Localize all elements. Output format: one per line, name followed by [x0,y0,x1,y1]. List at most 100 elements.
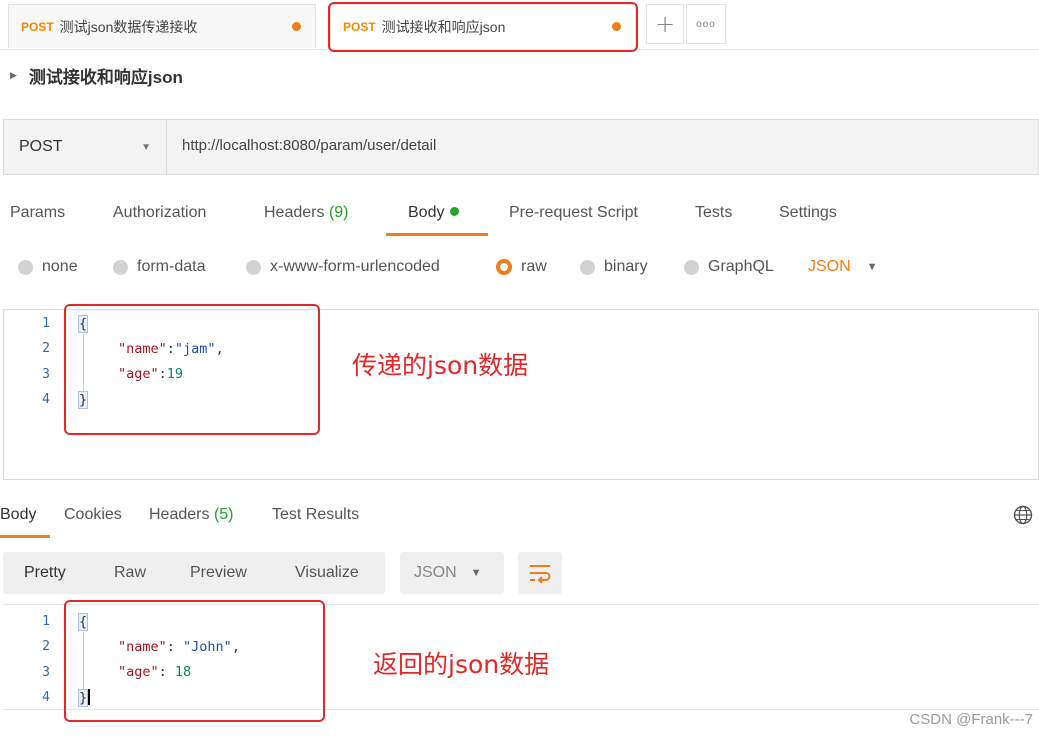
tab-cookies[interactable]: Cookies [64,506,122,524]
json-sep: : [166,341,175,357]
request-name[interactable]: ▶ 测试接收和响应json [10,64,183,87]
code-line-3: "age":19 [118,366,183,382]
code-line-3: "age": 18 [118,664,191,680]
chevron-down-icon: ▼ [141,142,151,153]
radio-graphql[interactable]: GraphQL [684,256,774,278]
line-number: 1 [42,614,50,629]
json-string: "jam" [174,341,216,357]
headers-count: (9) [328,204,349,221]
tab-request-1[interactable]: POST 测试json数据传递接收 [8,4,316,48]
plus-icon: + [654,10,676,38]
text-cursor [88,689,91,705]
json-sep: : [158,664,175,680]
radio-urlencoded[interactable]: x-www-form-urlencoded [246,256,440,278]
more-icon: ooo [696,18,716,30]
url-input[interactable]: http://localhost:8080/param/user/detail [182,137,436,154]
radio-raw[interactable]: raw [496,256,547,278]
active-tab-underline [0,535,50,538]
tab-headers-label: Headers [149,506,210,523]
globe-icon[interactable] [1012,504,1034,526]
radio-label: x-www-form-urlencoded [270,258,440,275]
tab-tests[interactable]: Tests [695,204,732,222]
tab-method: POST [343,19,376,34]
tab-request-2-active[interactable]: POST 测试接收和响应json [330,4,636,48]
tab-response-body[interactable]: Body [0,506,36,524]
chevron-down-icon: ▼ [866,261,878,273]
caret-right-icon: ▶ [10,69,17,80]
wrap-lines-icon [530,565,551,584]
request-name-label: 测试接收和响应json [28,67,183,87]
code-line-4: } [78,391,89,409]
radio-label: form-data [137,258,206,275]
code-line-4: } [78,689,91,707]
view-raw-button[interactable]: Raw [114,564,146,582]
line-number: 1 [42,316,50,331]
brace-open: { [78,613,89,631]
tab-body[interactable]: Body [408,204,460,222]
indent-guide [83,632,84,690]
radio-label: binary [604,258,648,275]
brace-close: } [78,689,89,707]
json-number: 19 [166,366,184,382]
tab-test-results[interactable]: Test Results [272,506,359,524]
radio-form-data[interactable]: form-data [113,256,205,278]
radio-icon [18,259,33,275]
tab-params[interactable]: Params [10,204,65,222]
tab-body-label: Body [408,204,445,221]
json-string: "John" [183,639,232,655]
annotation-response: 返回的json数据 [373,650,550,679]
radio-binary[interactable]: binary [580,256,648,278]
json-key: "age" [118,366,159,382]
response-format-select[interactable]: JSON ▼ [400,552,504,594]
radio-selected-icon [496,259,512,275]
json-number: 18 [174,664,192,680]
json-sep: : [166,639,184,655]
tab-settings[interactable]: Settings [779,204,837,222]
unsaved-dot-icon [292,22,301,31]
annotation-request: 传递的json数据 [352,351,529,380]
tab-method: POST [21,19,54,34]
radio-icon [684,259,699,275]
active-tab-underline [386,233,488,236]
brace-close: } [78,391,89,409]
indent-guide [83,334,84,392]
tab-authorization[interactable]: Authorization [113,204,206,222]
code-line-2: "name": "John", [118,639,240,655]
code-line-2: "name":"jam", [118,341,224,357]
tab-headers[interactable]: Headers (9) [264,204,349,222]
view-preview-button[interactable]: Preview [190,564,247,582]
json-key: "age" [118,664,159,680]
radio-label: none [42,258,78,275]
json-sep: : [158,366,167,382]
body-format-select[interactable]: JSON ▼ [808,256,878,278]
chevron-down-icon: ▼ [470,567,482,579]
line-number: 4 [42,392,50,407]
code-line-1: { [78,315,89,333]
request-body-editor[interactable] [3,309,1039,480]
radio-icon [113,259,128,275]
wrap-lines-button[interactable] [518,552,562,594]
radio-none[interactable]: none [18,256,78,278]
brace-open: { [78,315,89,333]
radio-label: raw [521,258,547,275]
json-key: "name" [118,341,167,357]
radio-label: GraphQL [708,258,774,275]
status-dot-icon [450,207,460,216]
view-pretty-button[interactable]: Pretty [24,564,66,582]
json-key: "name" [118,639,167,655]
headers-count: (5) [213,506,234,523]
tab-headers-label: Headers [264,204,325,221]
more-tabs-button[interactable]: ooo [686,4,726,44]
radio-icon [246,259,261,275]
format-value: JSON [808,258,851,275]
radio-icon [580,259,595,275]
json-comma: , [231,639,240,655]
view-visualize-button[interactable]: Visualize [295,564,359,582]
tab-response-headers[interactable]: Headers (5) [149,506,234,524]
method-select[interactable]: POST ▼ [3,119,167,175]
watermark: CSDN @Frank---7 [909,711,1033,728]
new-tab-button[interactable]: + [646,4,684,44]
line-number: 3 [42,665,50,680]
tab-pre-request-script[interactable]: Pre-request Script [509,204,638,222]
json-comma: , [215,341,224,357]
